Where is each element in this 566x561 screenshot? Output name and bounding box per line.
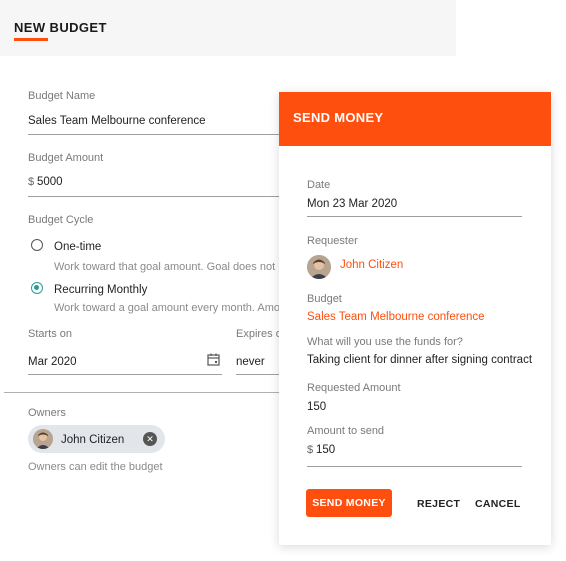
starts-on-input[interactable]: Mar 2020	[28, 356, 77, 368]
close-icon[interactable]: ✕	[143, 432, 157, 446]
radio-recurring-monthly-label[interactable]: Recurring Monthly	[54, 284, 147, 296]
starts-on-underline	[28, 374, 222, 375]
one-time-description: Work toward that goal amount. Goal does …	[54, 261, 276, 273]
send-currency-symbol: $	[307, 444, 314, 456]
budget-amount-label: Budget Amount	[28, 152, 104, 164]
date-underline	[307, 216, 522, 217]
requester-label: Requester	[307, 235, 358, 247]
expires-on-input[interactable]: never	[236, 356, 265, 368]
recurring-description: Work toward a goal amount every month. A…	[54, 302, 281, 314]
budget-amount-input[interactable]: 5000	[37, 176, 63, 188]
budget-label: Budget	[307, 293, 342, 305]
cancel-button[interactable]: CANCEL	[475, 498, 521, 510]
calendar-icon[interactable]	[207, 353, 220, 366]
page-title: NEW BUDGET	[14, 20, 107, 35]
owners-hint: Owners can edit the budget	[28, 461, 163, 473]
starts-on-label: Starts on	[28, 328, 73, 340]
purpose-label: What will you use the funds for?	[307, 336, 463, 348]
budget-amount-underline	[28, 196, 279, 197]
modal-title: SEND MONEY	[293, 110, 384, 125]
date-input[interactable]: Mon 23 Mar 2020	[307, 198, 397, 210]
owner-avatar	[33, 429, 53, 449]
budget-link[interactable]: Sales Team Melbourne conference	[307, 311, 485, 323]
budget-name-underline	[28, 134, 279, 135]
radio-recurring-monthly[interactable]	[31, 282, 43, 294]
radio-one-time[interactable]	[31, 239, 43, 251]
date-label: Date	[307, 179, 331, 191]
expires-on-underline	[236, 374, 279, 375]
section-divider	[4, 392, 279, 393]
send-money-button[interactable]: SEND MONEY	[306, 489, 392, 517]
amount-to-send-underline	[307, 466, 522, 467]
requested-amount-value: 150	[307, 401, 327, 413]
purpose-value: Taking client for dinner after signing c…	[307, 354, 533, 366]
requester-name-link[interactable]: John Citizen	[340, 259, 403, 271]
radio-one-time-label[interactable]: One-time	[54, 241, 101, 253]
currency-symbol: $	[28, 176, 35, 188]
amount-to-send-input[interactable]: 150	[316, 444, 335, 456]
budget-name-input[interactable]: Sales Team Melbourne conference	[28, 115, 206, 127]
amount-to-send-label: Amount to send	[307, 425, 385, 437]
budget-cycle-label: Budget Cycle	[28, 214, 94, 226]
reject-button[interactable]: REJECT	[417, 498, 460, 510]
requested-amount-label: Requested Amount	[307, 382, 401, 394]
owners-label: Owners	[28, 407, 66, 419]
requester-avatar	[307, 255, 331, 279]
owner-name: John Citizen	[61, 434, 125, 446]
budget-name-label: Budget Name	[28, 90, 96, 102]
title-underline	[14, 38, 48, 41]
